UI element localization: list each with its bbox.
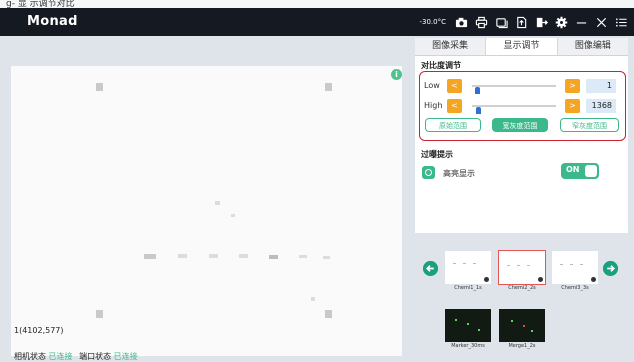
contrast-section-title: 对比度调节: [421, 61, 461, 70]
display-settings-panel: 图像采集 显示调节 图像编辑 对比度调节 Low < > 1 High < > …: [415, 38, 628, 233]
panel-tabs: 图像采集 显示调节 图像编辑: [415, 38, 628, 56]
image-marker-spot: [96, 83, 103, 91]
cursor-coordinate: 1(4102,577): [14, 326, 64, 335]
image-band: [239, 254, 248, 258]
printer-icon[interactable]: [475, 16, 488, 29]
exit-icon[interactable]: [535, 16, 548, 29]
thumb-spot: [467, 323, 469, 325]
toggle-label: ON: [566, 165, 580, 174]
tab-image-edit[interactable]: 图像编辑: [557, 38, 628, 55]
menu-icon[interactable]: [615, 16, 628, 29]
thumbnail-badge-icon: [591, 277, 596, 282]
image-marker-spot: [215, 201, 220, 205]
thumb-band: [453, 263, 456, 264]
temperature-readout: -30.0°C: [419, 18, 447, 26]
thumbnail-caption: Marker_30ms: [451, 343, 485, 349]
image-marker-spot: [311, 297, 315, 301]
thumb-spot: [523, 325, 525, 327]
narrow-gray-range-button[interactable]: 窄灰度范围: [560, 118, 619, 132]
gallery-prev-button[interactable]: [423, 261, 438, 276]
thumbnail-badge-icon: [538, 277, 543, 282]
gallery-next-button[interactable]: [603, 261, 618, 276]
thumb-spot: [531, 330, 533, 332]
app-brand: Monad: [27, 14, 78, 29]
window-icon[interactable]: [495, 16, 508, 29]
thumbnail-card[interactable]: Merge1_2s: [499, 309, 545, 349]
thumbnail-caption: Chemi2_2s: [508, 285, 536, 291]
thumbnail-badge-icon: [484, 277, 489, 282]
thumb-band: [570, 264, 573, 265]
tab-image-capture[interactable]: 图像采集: [415, 38, 487, 55]
top-strip: g- 显 示调节对比: [0, 0, 634, 9]
thumbnail-image[interactable]: [498, 250, 546, 285]
high-label: High: [424, 101, 443, 110]
high-slider-thumb[interactable]: [476, 107, 481, 114]
image-viewer: i 1(4102,577) 相机状态 已连接 端口状态 已连接: [0, 36, 410, 361]
thumbnail-card[interactable]: Chemi1_1s: [445, 251, 491, 291]
thumb-band: [473, 263, 476, 264]
image-marker-spot: [325, 310, 332, 318]
high-decrease-button[interactable]: <: [447, 99, 462, 113]
image-band: [144, 254, 156, 259]
gear-icon[interactable]: [555, 16, 568, 29]
low-value[interactable]: 1: [586, 79, 616, 93]
thumb-band: [517, 265, 520, 266]
image-band: [323, 256, 330, 259]
thumbnail-caption: Chemi1_1s: [454, 285, 482, 291]
image-marker-spot: [96, 310, 103, 318]
low-slider-thumb[interactable]: [475, 87, 480, 94]
low-label: Low: [424, 81, 440, 90]
tab-display-adjust[interactable]: 显示调节: [486, 38, 558, 55]
toggle-knob: [585, 165, 597, 177]
thumb-band: [527, 265, 530, 266]
title-bar-controls: -30.0°C: [420, 13, 629, 31]
overexposure-section-title: 过曝提示: [421, 150, 453, 159]
thumbnail-image[interactable]: [445, 251, 491, 284]
camera-icon[interactable]: [455, 16, 468, 29]
thumbnail-caption: Merge1_2s: [508, 343, 536, 349]
low-increase-button[interactable]: >: [565, 79, 580, 93]
high-level-row: High < > 1368: [420, 99, 625, 114]
low-slider[interactable]: [472, 85, 556, 94]
image-band: [269, 255, 278, 259]
thumbnail-image[interactable]: [499, 309, 545, 342]
info-icon[interactable]: i: [391, 69, 402, 80]
thumb-band: [560, 264, 563, 265]
export-icon[interactable]: [515, 16, 528, 29]
image-band: [178, 254, 187, 258]
highlight-label: 高亮显示: [443, 169, 475, 178]
thumbnail-caption: Chemi3_3s: [561, 285, 589, 291]
high-slider[interactable]: [472, 105, 556, 114]
thumbnail-card[interactable]: Marker_30ms: [445, 309, 491, 349]
thumbnail-card[interactable]: Chemi3_3s: [552, 251, 598, 291]
thumb-band: [463, 263, 466, 264]
original-range-button[interactable]: 原始范围: [425, 118, 481, 132]
thumb-band: [507, 265, 510, 266]
low-level-row: Low < > 1: [420, 79, 625, 94]
low-decrease-button[interactable]: <: [447, 79, 462, 93]
image-marker-spot: [325, 83, 332, 91]
image-band: [209, 254, 218, 258]
thumbnail-image[interactable]: [445, 309, 491, 342]
thumbnail-card-selected[interactable]: Chemi2_2s: [498, 250, 546, 291]
thumb-spot: [511, 320, 513, 322]
thumb-spot: [478, 329, 480, 331]
highlight-icon: [422, 166, 435, 179]
highlight-toggle[interactable]: ON: [561, 163, 599, 179]
thumb-band: [580, 264, 583, 265]
minimize-icon[interactable]: [575, 16, 588, 29]
image-band: [299, 255, 307, 258]
high-value[interactable]: 1368: [586, 99, 616, 113]
wide-gray-range-button[interactable]: 宽灰度范围: [492, 118, 548, 132]
thumbnail-image[interactable]: [552, 251, 598, 284]
title-bar: Monad -30.0°C: [0, 8, 634, 36]
image-marker-spot: [231, 214, 235, 217]
thumb-spot: [455, 319, 457, 321]
contrast-controls: Low < > 1 High < > 1368 原始范围 宽灰度范围 窄灰度范围: [419, 71, 626, 141]
high-increase-button[interactable]: >: [565, 99, 580, 113]
close-icon[interactable]: [595, 16, 608, 29]
gel-image[interactable]: [11, 66, 402, 356]
